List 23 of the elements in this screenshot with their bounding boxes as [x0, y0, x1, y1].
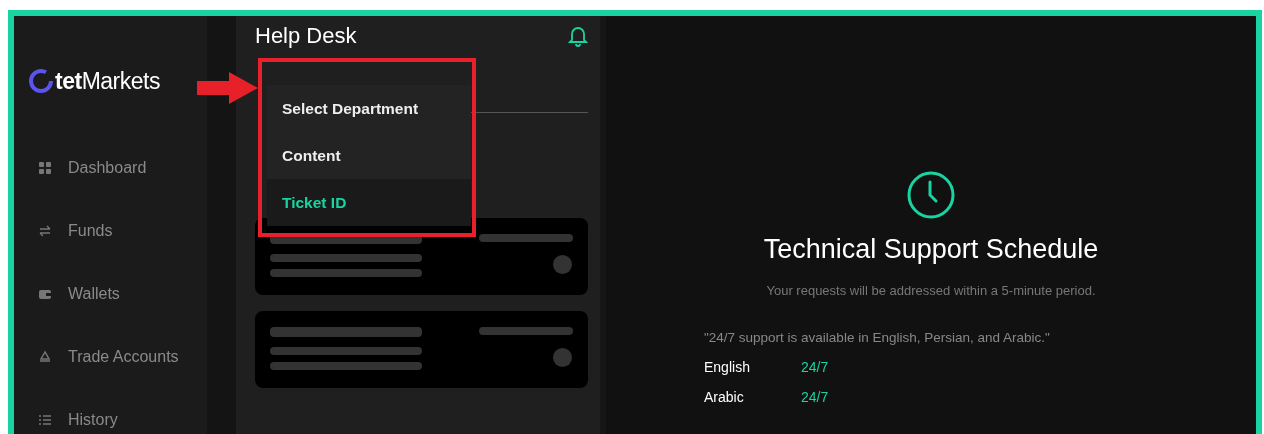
language-label: English: [704, 359, 751, 375]
logo-icon: [28, 68, 54, 94]
list-icon: [38, 412, 52, 427]
triangle-icon: [38, 349, 52, 364]
support-hours: 24/7: [801, 389, 829, 405]
sidebar-item[interactable]: Funds: [68, 221, 113, 240]
schedule-subtitle: Your requests will be addressed within a 5-minute period.: [766, 283, 1096, 298]
schedule-title: Technical Support Schedule: [763, 234, 1099, 265]
sidebar-item[interactable]: History: [68, 410, 118, 429]
sidebar-item[interactable]: Dashboard: [68, 158, 147, 177]
arrows-icon: [38, 223, 52, 238]
page-title: Help Desk: [255, 23, 357, 49]
language-label: Arabic: [704, 389, 745, 405]
support-hours: 24/7: [801, 359, 829, 375]
clock-icon: [906, 170, 956, 220]
menu-item[interactable]: Ticket ID: [267, 179, 471, 226]
sidebar-item[interactable]: Trade Accounts: [68, 347, 179, 366]
bell-icon[interactable]: [568, 25, 588, 47]
support-note: "24/7 support is available in English, Persian, and Arabic.": [704, 330, 1050, 345]
logo-text: tetMarkets: [55, 67, 160, 95]
sidebar-item[interactable]: Wallets: [68, 284, 120, 303]
grid-icon: [38, 160, 52, 175]
pointer-arrow: [197, 72, 258, 104]
